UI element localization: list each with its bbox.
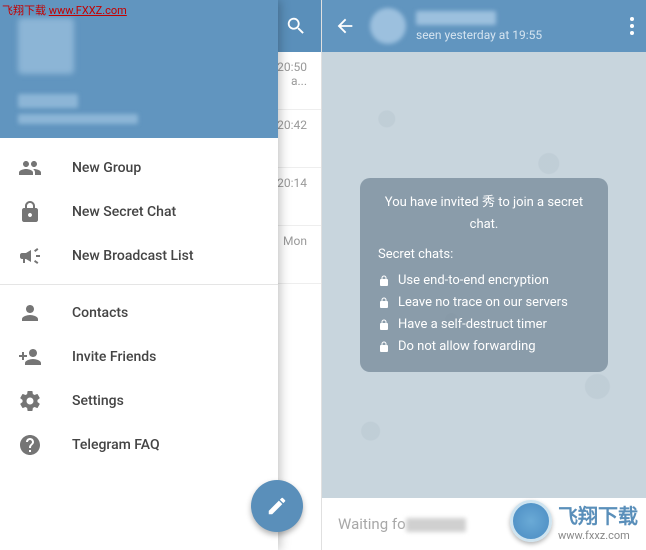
secret-chat-info-box: You have invited 秀 to join a secret chat… bbox=[360, 178, 608, 373]
drawer-item-label: Settings bbox=[72, 393, 124, 409]
back-icon[interactable] bbox=[334, 15, 356, 37]
lock-icon bbox=[378, 341, 390, 353]
secret-chat-heading: Secret chats: bbox=[378, 244, 590, 266]
chat-body: You have invited 秀 to join a secret chat… bbox=[322, 52, 646, 498]
waiting-redacted bbox=[406, 518, 466, 532]
drawer-item-label: New Secret Chat bbox=[72, 204, 176, 220]
help-icon bbox=[18, 433, 42, 457]
secret-feature: Use end-to-end encryption bbox=[378, 270, 590, 292]
chat-time: 20:14 bbox=[277, 176, 307, 190]
person-add-icon bbox=[18, 345, 42, 369]
right-screenshot: seen yesterday at 19:55 You have invited… bbox=[322, 0, 646, 550]
chat-avatar-redacted[interactable] bbox=[370, 8, 406, 44]
brand-url: www.fxxz.com bbox=[558, 529, 638, 542]
drawer-item-new-group[interactable]: New Group bbox=[0, 146, 278, 190]
invite-text: You have invited 秀 to join a secret chat… bbox=[378, 192, 590, 236]
person-icon bbox=[18, 301, 42, 325]
chat-time: Mon bbox=[283, 234, 307, 248]
drawer-item-label: Invite Friends bbox=[72, 349, 156, 365]
lock-icon bbox=[378, 297, 390, 309]
drawer-item-invite[interactable]: Invite Friends bbox=[0, 335, 278, 379]
drawer-item-label: New Group bbox=[72, 160, 141, 176]
user-avatar[interactable] bbox=[18, 18, 74, 74]
drawer-item-label: Telegram FAQ bbox=[72, 437, 160, 453]
lock-icon bbox=[18, 200, 42, 224]
lock-icon bbox=[378, 275, 390, 287]
chat-preview: a... bbox=[291, 74, 307, 88]
chat-title-redacted bbox=[416, 11, 496, 25]
chat-time: 20:42 bbox=[277, 118, 307, 132]
group-icon bbox=[18, 156, 42, 180]
brand-logo-icon bbox=[510, 500, 552, 542]
pencil-icon bbox=[266, 495, 288, 517]
navigation-drawer: New Group New Secret Chat New Broadcast … bbox=[0, 0, 278, 550]
search-icon[interactable] bbox=[285, 15, 307, 37]
user-phone-redacted bbox=[18, 114, 138, 124]
drawer-item-faq[interactable]: Telegram FAQ bbox=[0, 423, 278, 467]
watermark-link[interactable]: www.FXXZ.com bbox=[49, 4, 127, 17]
drawer-item-settings[interactable]: Settings bbox=[0, 379, 278, 423]
drawer-item-secret-chat[interactable]: New Secret Chat bbox=[0, 190, 278, 234]
more-icon[interactable] bbox=[630, 17, 634, 35]
lock-icon bbox=[378, 319, 390, 331]
drawer-divider bbox=[0, 284, 278, 285]
brand-name: 飞翔下载 bbox=[558, 500, 638, 529]
waiting-text: Waiting fo bbox=[338, 515, 466, 533]
drawer-item-broadcast[interactable]: New Broadcast List bbox=[0, 234, 278, 278]
drawer-header bbox=[0, 0, 278, 138]
drawer-item-contacts[interactable]: Contacts bbox=[0, 291, 278, 335]
chat-header: seen yesterday at 19:55 bbox=[322, 0, 646, 52]
bottom-watermark: 飞翔下载 www.fxxz.com bbox=[510, 500, 638, 542]
secret-feature: Have a self-destruct timer bbox=[378, 314, 590, 336]
secret-feature: Do not allow forwarding bbox=[378, 336, 590, 358]
megaphone-icon bbox=[18, 244, 42, 268]
drawer-item-label: Contacts bbox=[72, 305, 128, 321]
compose-fab[interactable] bbox=[251, 480, 303, 532]
gear-icon bbox=[18, 389, 42, 413]
chat-subtitle: seen yesterday at 19:55 bbox=[416, 28, 630, 42]
top-watermark: 飞翔下载 www.FXXZ.com bbox=[2, 2, 127, 18]
left-screenshot: 20:50a... 20:42 ' 20:14 Mon New Group Ne… bbox=[0, 0, 322, 550]
drawer-item-label: New Broadcast List bbox=[72, 248, 194, 264]
user-name-redacted bbox=[18, 94, 78, 108]
chat-time: 20:50 bbox=[277, 60, 307, 74]
secret-feature: Leave no trace on our servers bbox=[378, 292, 590, 314]
